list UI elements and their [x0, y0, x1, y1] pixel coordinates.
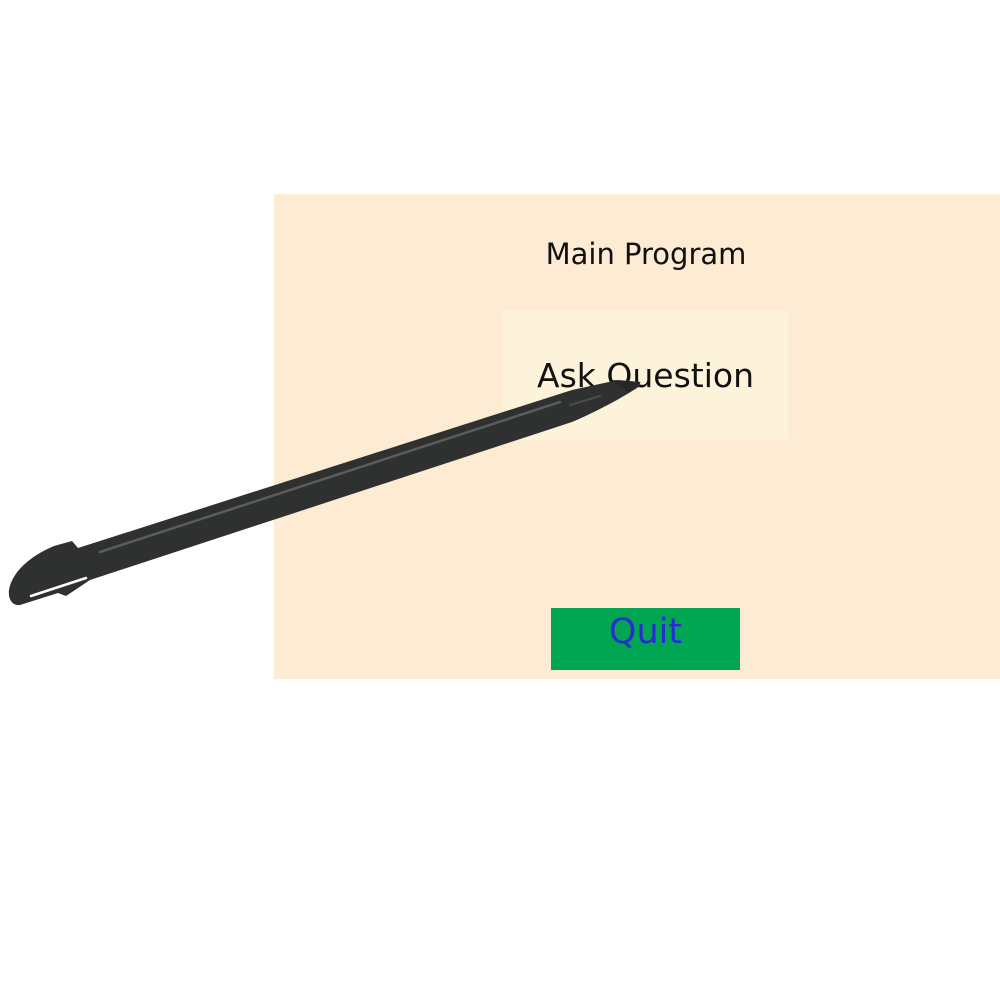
quit-button[interactable]: Quit — [551, 608, 740, 670]
window-title: Main Program — [545, 237, 747, 271]
ask-question-button[interactable]: Ask Question — [503, 311, 788, 440]
screen: Main Program Ask Question Quit — [0, 0, 1000, 1000]
